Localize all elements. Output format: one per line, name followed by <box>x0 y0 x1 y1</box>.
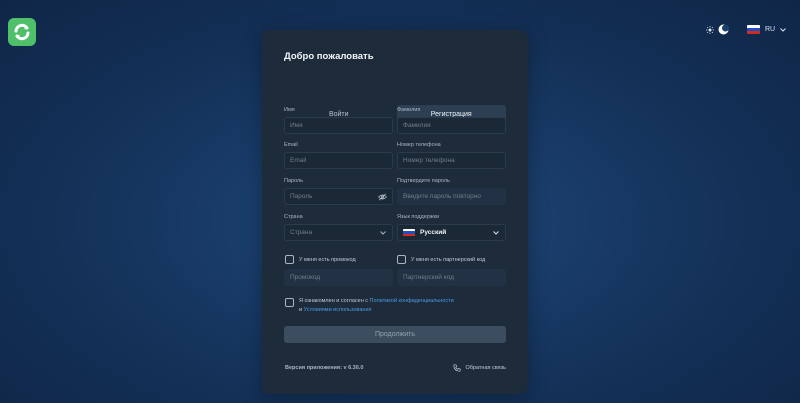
chevron-down-icon <box>780 27 786 32</box>
password-placeholder: Пароль <box>290 193 313 200</box>
chevron-down-icon <box>493 231 499 235</box>
top-controls: RU <box>706 24 786 35</box>
terms-of-use-link[interactable]: Условиями использования <box>304 307 372 313</box>
phone-icon <box>453 364 462 372</box>
password-label: Пароль <box>284 178 304 184</box>
support-language-select[interactable]: Русский <box>397 224 506 241</box>
agreement-row: Я ознакомлен и согласен с Политикой конф… <box>285 297 454 315</box>
sun-icon <box>706 25 714 34</box>
partner-checkbox-label: У меня есть партнерский код <box>411 256 486 263</box>
email-input[interactable]: Email <box>284 152 393 169</box>
theme-toggle[interactable] <box>706 24 729 35</box>
promo-checkbox-row[interactable]: У меня есть промокод <box>285 255 356 264</box>
last-name-label: Фамилия <box>397 107 421 113</box>
first-name-input[interactable]: Имя <box>284 117 393 134</box>
chevron-down-icon <box>380 231 386 235</box>
feedback-link[interactable]: Обратная связь <box>453 364 506 372</box>
russia-flag-icon <box>403 228 415 237</box>
moon-icon <box>718 24 729 35</box>
email-label: Email <box>284 142 298 148</box>
privacy-policy-link[interactable]: Политикой конфиденциальности <box>370 298 454 304</box>
eye-off-icon[interactable] <box>378 193 387 201</box>
country-select[interactable]: Страна <box>284 224 393 241</box>
country-placeholder: Страна <box>290 229 313 236</box>
agreement-checkbox[interactable] <box>285 298 294 307</box>
partner-checkbox[interactable] <box>397 255 406 264</box>
password-input[interactable]: Пароль <box>284 188 393 205</box>
app-logo[interactable] <box>8 18 36 46</box>
partner-input[interactable]: Партнерский код <box>397 269 506 286</box>
russia-flag-icon <box>747 25 760 34</box>
first-name-label: Имя <box>284 107 295 113</box>
refresh-arrows-logo-icon <box>14 23 30 41</box>
language-switcher[interactable]: RU <box>747 25 786 34</box>
agreement-prefix: Я ознакомлен и согласен с <box>299 298 369 304</box>
promo-checkbox[interactable] <box>285 255 294 264</box>
promo-input[interactable]: Промокод <box>284 269 393 286</box>
confirm-password-label: Подтвердите пароль <box>397 178 450 184</box>
support-language-value: Русский <box>420 229 447 236</box>
partner-checkbox-row[interactable]: У меня есть партнерский код <box>397 255 485 264</box>
phone-input[interactable]: Номер телефона <box>397 152 506 169</box>
promo-checkbox-label: У меня есть промокод <box>299 256 356 263</box>
registration-card: Добро пожаловать Войти Регистрация Имя И… <box>262 30 528 394</box>
continue-button[interactable]: Продолжить <box>284 326 506 343</box>
feedback-label: Обратная связь <box>465 365 506 371</box>
agreement-text: Я ознакомлен и согласен с Политикой конф… <box>299 297 454 315</box>
card-title: Добро пожаловать <box>284 51 374 62</box>
last-name-input[interactable]: Фамилия <box>397 117 506 134</box>
phone-label: Номер телефона <box>397 142 441 148</box>
language-code: RU <box>765 26 776 33</box>
country-label: Страна <box>284 214 303 220</box>
agreement-conjunction: и <box>299 307 303 313</box>
app-version: Версия приложения: v 6.30.0 <box>285 365 364 371</box>
support-language-label: Язык поддержки <box>397 214 439 220</box>
confirm-password-input[interactable]: Введите пароль повторно <box>397 188 506 205</box>
